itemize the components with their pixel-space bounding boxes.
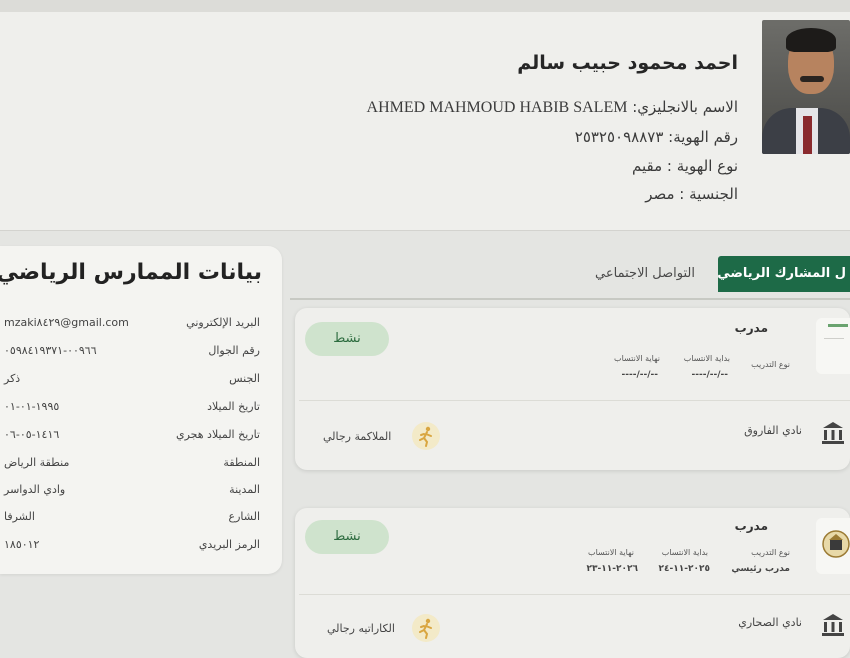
field-email: البريد الإلكتروني mzaki٨٤٢٩@gmail.com	[0, 312, 282, 339]
field-value: منطقة الرياض	[4, 456, 70, 469]
english-name-value: AHMED MAHMOUD HABIB SALEM	[366, 99, 628, 116]
field-label: تاريخ الميلاد	[207, 400, 260, 413]
end-label: نهاية الانتساب	[614, 354, 660, 363]
profile-id-number: رقم الهوية: ٢٥٣٢٥٠٩٨٨٧٣	[574, 128, 738, 146]
profile-nationality: الجنسية : مصر	[645, 185, 738, 203]
training-type-value: مدرب رئيسي	[731, 564, 790, 574]
field-label: البريد الإلكتروني	[186, 316, 260, 329]
start-value: ٢٠٢٥-١١-٢٤	[658, 564, 710, 574]
tab-sports-participant[interactable]: ل المشارك الرياضي	[717, 256, 850, 292]
start-label: بداية الانتساب	[661, 548, 708, 557]
start-label: بداية الانتساب	[683, 354, 730, 363]
field-label: المنطقة	[223, 456, 260, 469]
running-figure-icon	[412, 422, 440, 450]
field-label: المدينة	[229, 483, 260, 496]
field-value: ١٤١٦-٠٥-٠٦	[4, 428, 60, 441]
training-type-label: نوع التدريب	[751, 548, 790, 557]
tab-social-media[interactable]: التواصل الاجتماعي	[580, 256, 710, 292]
training-type-label: نوع التدريب	[751, 360, 790, 369]
end-value: ٢٠٢٦-١١-٢٣	[586, 564, 638, 574]
role-title: مدرب	[734, 321, 768, 335]
status-badge: نشط	[305, 322, 389, 356]
field-value: mzaki٨٤٢٩@gmail.com	[4, 316, 129, 329]
practitioner-data-title: بيانات الممارس الرياضي	[0, 260, 262, 285]
profile-photo	[762, 20, 850, 154]
card-divider	[299, 400, 850, 401]
profile-card: احمد محمود حبيب سالم الاسم بالانجليزي: A…	[0, 12, 850, 231]
field-label: الجنس	[229, 372, 260, 385]
club-name: نادي الصحاري	[738, 616, 802, 629]
field-label: رقم الجوال	[208, 344, 260, 357]
status-badge: نشط	[305, 520, 389, 554]
field-value: ذكر	[4, 372, 21, 385]
sport-name: الملاكمة رجالي	[323, 430, 392, 443]
stadium-icon	[820, 420, 846, 446]
stadium-icon	[820, 612, 846, 638]
field-value: ١٩٩٥-٠١-٠١	[4, 400, 60, 413]
role-title: مدرب	[734, 519, 768, 533]
field-value: ٠٠٩٦٦-٠٥٩٨٤١٩٣٧١	[4, 344, 97, 357]
end-value: ----/--/--	[621, 370, 658, 380]
club-logo-icon	[816, 518, 850, 574]
running-figure-icon	[412, 614, 440, 642]
registration-card: مدرب نشط نوع التدريب مدرب رئيسي بداية ال…	[295, 508, 850, 658]
field-label: تاريخ الميلاد هجري	[175, 428, 260, 441]
field-region: المنطقة منطقة الرياض	[0, 452, 282, 479]
profile-english-name: الاسم بالانجليزي: AHMED MAHMOUD HABIB SA…	[367, 98, 738, 117]
practitioner-data-panel: بيانات الممارس الرياضي البريد الإلكتروني…	[0, 246, 282, 574]
field-value: ١٨٥٠١٢	[4, 538, 40, 551]
end-label: نهاية الانتساب	[588, 548, 634, 557]
profile-name: احمد محمود حبيب سالم	[517, 52, 738, 74]
field-mobile: رقم الجوال ٠٠٩٦٦-٠٥٩٨٤١٩٣٧١	[0, 340, 282, 367]
field-label: الشارع	[228, 510, 260, 523]
field-street: الشارع الشرفا	[0, 506, 282, 533]
english-name-label: الاسم بالانجليزي:	[632, 98, 738, 116]
start-value: ----/--/--	[691, 370, 728, 380]
sport-name: الكاراتيه رجالي	[327, 622, 395, 635]
field-postal-code: الرمز البريدي ١٨٥٠١٢	[0, 534, 282, 561]
field-birth-date: تاريخ الميلاد ١٩٩٥-٠١-٠١	[0, 396, 282, 423]
profile-id-type: نوع الهوية : مقيم	[632, 157, 738, 175]
field-gender: الجنس ذكر	[0, 368, 282, 395]
field-city: المدينة وادي الدواسر	[0, 479, 282, 506]
field-value: الشرفا	[4, 510, 35, 523]
club-logo-icon	[816, 318, 850, 374]
registration-card: مدرب نشط نوع التدريب بداية الانتساب ----…	[295, 308, 850, 470]
card-divider	[299, 594, 850, 595]
field-label: الرمز البريدي	[198, 538, 260, 551]
tabs-bar: ل المشارك الرياضي التواصل الاجتماعي	[290, 250, 850, 300]
field-birth-date-hijri: تاريخ الميلاد هجري ١٤١٦-٠٥-٠٦	[0, 424, 282, 451]
club-name: نادي الفاروق	[744, 424, 802, 437]
field-value: وادي الدواسر	[4, 483, 66, 496]
